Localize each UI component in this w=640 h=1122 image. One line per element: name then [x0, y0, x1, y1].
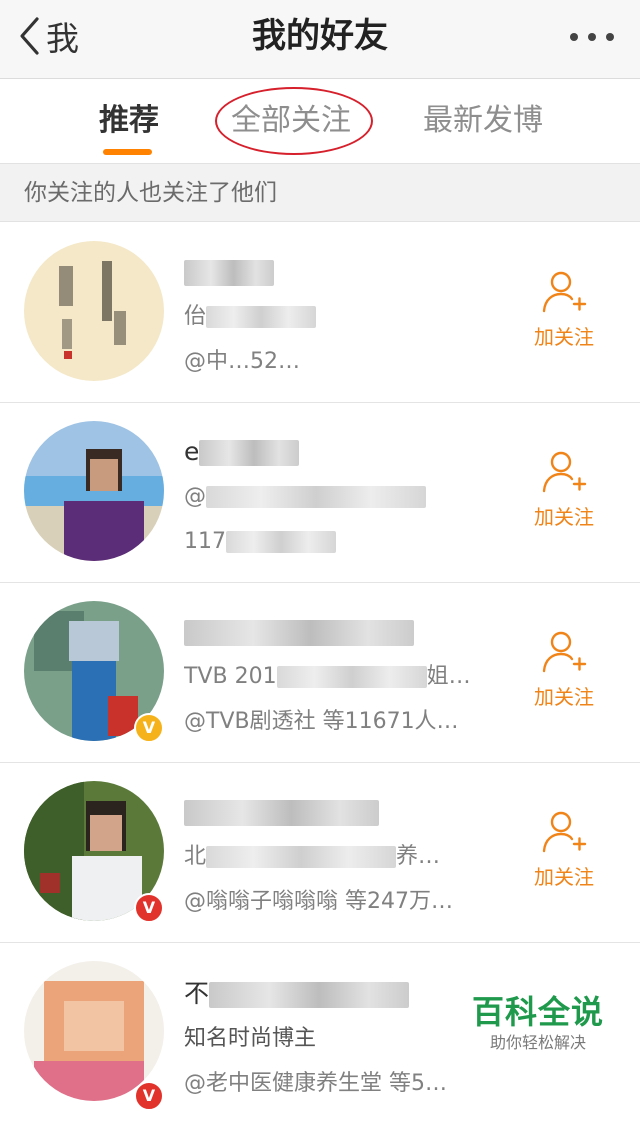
- list-item[interactable]: V 北养… @嗡嗡子嗡嗡嗡 等247万… 加关注: [0, 763, 640, 943]
- list-item[interactable]: V TVB 201 姐… @TVB剧透社 等11671人… 加关注: [0, 583, 640, 763]
- section-header: 你关注的人也关注了他们: [0, 164, 640, 222]
- avatar[interactable]: [24, 421, 164, 561]
- add-user-icon: [542, 271, 587, 313]
- follow-label: 加关注: [534, 505, 594, 529]
- avatar[interactable]: [24, 961, 164, 1101]
- user-description: TVB 201 姐…: [184, 664, 471, 689]
- follow-button[interactable]: 加关注: [526, 629, 602, 710]
- user-name[interactable]: 不: [184, 975, 484, 1013]
- user-list: 佁 @中…52… 加关注 e @ 117 加关注 V TVB 201 姐… @T…: [0, 223, 640, 1122]
- follow-button[interactable]: 加关注: [526, 269, 602, 350]
- user-name[interactable]: e: [184, 433, 484, 471]
- page-title: 我的好友: [252, 16, 388, 56]
- tab-latest-posts[interactable]: 最新发博: [423, 101, 543, 141]
- mutual-followers: 117: [184, 523, 484, 561]
- tab-active-indicator: [103, 149, 152, 155]
- avatar[interactable]: [24, 241, 164, 381]
- mutual-followers: @老中医健康养生堂 等5…: [184, 1071, 447, 1096]
- verified-badge: V: [134, 713, 164, 743]
- follow-label: 加关注: [534, 865, 594, 889]
- user-name[interactable]: [184, 613, 484, 651]
- add-user-icon: [542, 631, 587, 673]
- add-user-icon: [542, 811, 587, 853]
- watermark-logo: 百科全说 助你轻松解决: [468, 992, 608, 1054]
- mutual-followers: @TVB剧透社 等11671人…: [184, 709, 459, 734]
- annotation-circle: [215, 87, 373, 155]
- follow-button[interactable]: 加关注: [526, 449, 602, 530]
- user-description: 佁: [184, 298, 484, 336]
- follow-label: 加关注: [534, 325, 594, 349]
- watermark-subtitle: 助你轻松解决: [489, 1033, 586, 1052]
- add-user-icon: [542, 451, 587, 493]
- user-name[interactable]: [184, 793, 484, 831]
- follow-button[interactable]: 加关注: [526, 809, 602, 890]
- user-description: 北养…: [184, 844, 441, 869]
- mutual-followers: @中…52…: [184, 349, 300, 374]
- user-description: @: [184, 478, 484, 516]
- verified-badge: V: [134, 893, 164, 923]
- user-description: 知名时尚博主: [184, 1026, 317, 1051]
- user-name[interactable]: [184, 253, 484, 291]
- list-item[interactable]: e @ 117 加关注: [0, 403, 640, 583]
- navigation-bar: 我 我的好友: [0, 0, 640, 79]
- tab-recommended[interactable]: 推荐: [99, 101, 159, 141]
- ellipsis-icon[interactable]: [570, 33, 614, 41]
- list-item[interactable]: 佁 @中…52… 加关注: [0, 223, 640, 403]
- follow-label: 加关注: [534, 685, 594, 709]
- watermark-title: 百科全说: [471, 993, 604, 1031]
- mutual-followers: @嗡嗡子嗡嗡嗡 等247万…: [184, 889, 453, 914]
